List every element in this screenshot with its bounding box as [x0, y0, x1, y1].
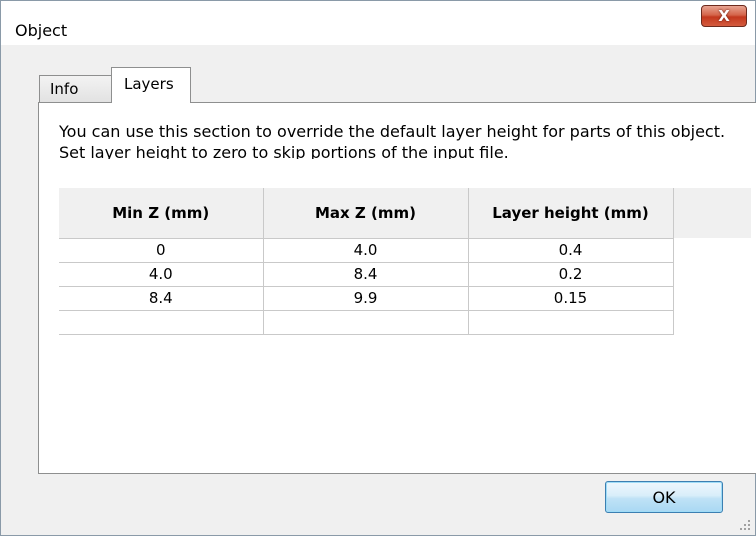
tab-info-label: Info [50, 80, 79, 98]
cell-max-z[interactable]: 8.4 [263, 262, 469, 287]
cell-layer-height[interactable] [468, 310, 674, 335]
cell-min-z[interactable]: 8.4 [59, 286, 264, 311]
table-row[interactable]: 4.0 8.4 0.2 [59, 262, 674, 287]
description-line-1: You can use this section to override the… [59, 122, 726, 141]
grid-header-row: Min Z (mm) Max Z (mm) Layer height (mm) [59, 188, 674, 239]
window-title: Object [15, 21, 68, 40]
tab-layers-label: Layers [124, 75, 174, 93]
close-button[interactable]: X [701, 5, 747, 27]
layers-description: You can use this section to override the… [59, 121, 749, 159]
tab-layers[interactable]: Layers [111, 67, 191, 103]
cell-max-z[interactable] [263, 310, 469, 335]
cell-min-z[interactable] [59, 310, 264, 335]
close-icon: X [718, 7, 730, 25]
cell-layer-height[interactable]: 0.2 [468, 262, 674, 287]
cell-layer-height[interactable]: 0.15 [468, 286, 674, 311]
table-row[interactable]: 8.4 9.9 0.15 [59, 286, 674, 311]
cell-max-z[interactable]: 4.0 [263, 238, 469, 263]
column-header-max-z[interactable]: Max Z (mm) [263, 188, 469, 239]
layer-range-grid[interactable]: Min Z (mm) Max Z (mm) Layer height (mm) … [59, 188, 751, 352]
column-header-min-z[interactable]: Min Z (mm) [59, 188, 264, 239]
title-bar[interactable]: Object X [1, 1, 755, 45]
table-row[interactable]: 0 4.0 0.4 [59, 238, 674, 263]
cell-min-z[interactable]: 0 [59, 238, 264, 263]
cell-min-z[interactable]: 4.0 [59, 262, 264, 287]
ok-button[interactable]: OK [605, 481, 723, 513]
object-dialog: Object X Info Layers You can use this se… [0, 0, 756, 536]
column-header-layer-height[interactable]: Layer height (mm) [468, 188, 674, 239]
tab-info[interactable]: Info [39, 75, 113, 102]
cell-max-z[interactable]: 9.9 [263, 286, 469, 311]
layer-range-table[interactable]: Min Z (mm) Max Z (mm) Layer height (mm) … [59, 188, 674, 335]
ok-button-label: OK [652, 487, 676, 507]
cell-layer-height[interactable]: 0.4 [468, 238, 674, 263]
resize-grip-icon[interactable] [739, 519, 751, 531]
table-row-new[interactable] [59, 310, 674, 335]
description-line-2: Set layer height to zero to skip portion… [59, 143, 509, 159]
